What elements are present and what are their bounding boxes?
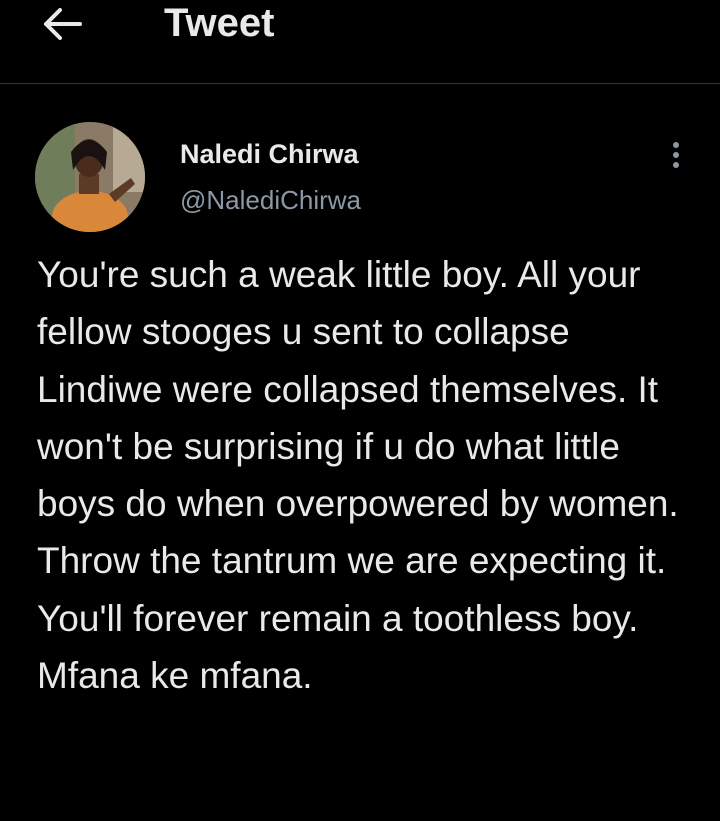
top-bar: Tweet <box>0 0 720 84</box>
author-name[interactable]: Naledi Chirwa <box>180 138 359 170</box>
back-button[interactable] <box>40 2 84 46</box>
avatar[interactable] <box>35 122 145 232</box>
author-handle[interactable]: @NalediChirwa <box>180 184 361 216</box>
more-options-button[interactable] <box>666 142 686 176</box>
page-title: Tweet <box>164 1 275 45</box>
profile-photo <box>35 122 145 232</box>
arrow-left-icon <box>44 8 82 40</box>
tweet-author: Naledi Chirwa @NalediChirwa <box>0 118 720 232</box>
tweet-text: You're such a weak little boy. All your … <box>37 254 679 697</box>
more-vertical-icon <box>666 142 686 168</box>
